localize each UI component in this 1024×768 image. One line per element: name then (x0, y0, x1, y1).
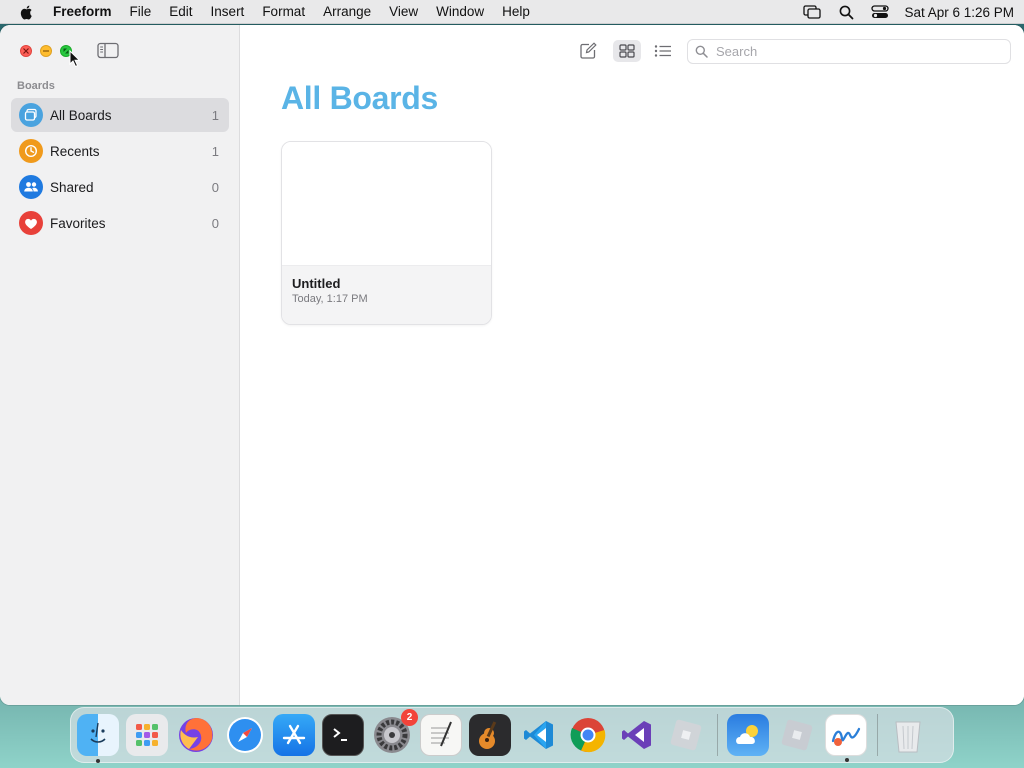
board-meta: Untitled Today, 1:17 PM (282, 265, 491, 324)
board-date: Today, 1:17 PM (292, 293, 368, 305)
trash-icon[interactable] (887, 714, 929, 756)
sidebar: Boards All Boards 1 Recents 1 Shared 0 F… (0, 25, 240, 705)
roblox-icon[interactable] (776, 714, 818, 756)
menu-app-name[interactable]: Freeform (53, 0, 121, 24)
safari-icon[interactable] (224, 714, 266, 756)
sidebar-item-count: 0 (211, 215, 219, 231)
all-boards-icon (19, 103, 43, 127)
terminal-icon[interactable] (322, 714, 364, 756)
apple-menu-icon[interactable] (19, 4, 35, 20)
control-center-icon[interactable] (870, 4, 890, 20)
visual-studio-icon[interactable] (616, 714, 658, 756)
menu-insert[interactable]: Insert (202, 0, 254, 24)
window-minimize-button[interactable] (40, 45, 52, 57)
menu-format[interactable]: Format (253, 0, 314, 24)
people-icon (19, 175, 43, 199)
menubar-clock[interactable]: Sat Apr 6 1:26 PM (904, 5, 1014, 20)
dock: 2 (70, 707, 954, 763)
firefox-icon[interactable] (175, 714, 217, 756)
grid-view-button[interactable] (613, 40, 641, 62)
sidebar-item-count: 1 (211, 143, 219, 159)
grid-icon (619, 44, 635, 58)
menu-bar: Freeform File Edit Insert Format Arrange… (0, 0, 1024, 24)
system-settings-icon[interactable]: 2 (371, 709, 418, 756)
mouse-cursor-icon (69, 49, 81, 73)
board-title: Untitled (292, 276, 341, 291)
app-store-icon[interactable] (273, 714, 315, 756)
menu-arrange[interactable]: Arrange (314, 0, 380, 24)
sidebar-toggle-icon[interactable] (97, 42, 119, 59)
board-card[interactable]: Untitled Today, 1:17 PM (281, 141, 492, 325)
textedit-icon[interactable] (420, 714, 462, 756)
board-thumbnail[interactable] (282, 142, 491, 265)
garageband-icon[interactable] (469, 714, 511, 756)
sidebar-item-shared[interactable]: Shared 0 (11, 170, 229, 204)
compose-icon (580, 42, 597, 59)
page-title: All Boards (281, 80, 439, 116)
screen-mirroring-icon[interactable] (802, 4, 822, 20)
launchpad-icon[interactable] (126, 714, 168, 756)
sidebar-item-label: Favorites (50, 215, 106, 231)
menu-edit[interactable]: Edit (160, 0, 201, 24)
dock-separator (877, 714, 878, 756)
new-board-button[interactable] (578, 40, 598, 62)
list-view-button[interactable] (652, 40, 674, 62)
menu-help[interactable]: Help (493, 0, 539, 24)
menu-file[interactable]: File (121, 0, 161, 24)
notification-badge: 2 (401, 709, 418, 726)
spotlight-search-icon[interactable] (836, 4, 856, 20)
finder-icon[interactable] (77, 714, 119, 763)
menu-window[interactable]: Window (427, 0, 493, 24)
search-icon (695, 45, 708, 58)
running-indicator (96, 759, 100, 763)
dock-separator (717, 714, 718, 756)
window-close-button[interactable] (20, 45, 32, 57)
sidebar-item-label: Recents (50, 143, 100, 159)
freeform-icon[interactable] (825, 714, 867, 762)
running-indicator (845, 758, 849, 762)
weather-icon[interactable] (727, 714, 769, 756)
sidebar-section-label: Boards (17, 80, 55, 92)
freeform-window: Boards All Boards 1 Recents 1 Shared 0 F… (0, 25, 1024, 705)
menu-view[interactable]: View (380, 0, 427, 24)
sidebar-item-count: 0 (211, 179, 219, 195)
roblox-studio-icon[interactable] (665, 714, 707, 756)
sidebar-item-recents[interactable]: Recents 1 (11, 134, 229, 168)
sidebar-item-label: All Boards (50, 107, 112, 123)
chrome-icon[interactable] (567, 714, 609, 756)
sidebar-item-count: 1 (211, 107, 219, 123)
clock-icon (19, 139, 43, 163)
main-content: All Boards Untitled Today, 1:17 PM (241, 25, 1024, 705)
heart-icon (19, 211, 43, 235)
search-input[interactable] (714, 43, 998, 60)
list-icon (654, 45, 671, 57)
sidebar-item-favorites[interactable]: Favorites 0 (11, 206, 229, 240)
sidebar-item-all-boards[interactable]: All Boards 1 (11, 98, 229, 132)
search-field[interactable] (687, 39, 1011, 64)
vscode-icon[interactable] (518, 714, 560, 756)
sidebar-item-label: Shared (50, 179, 94, 195)
